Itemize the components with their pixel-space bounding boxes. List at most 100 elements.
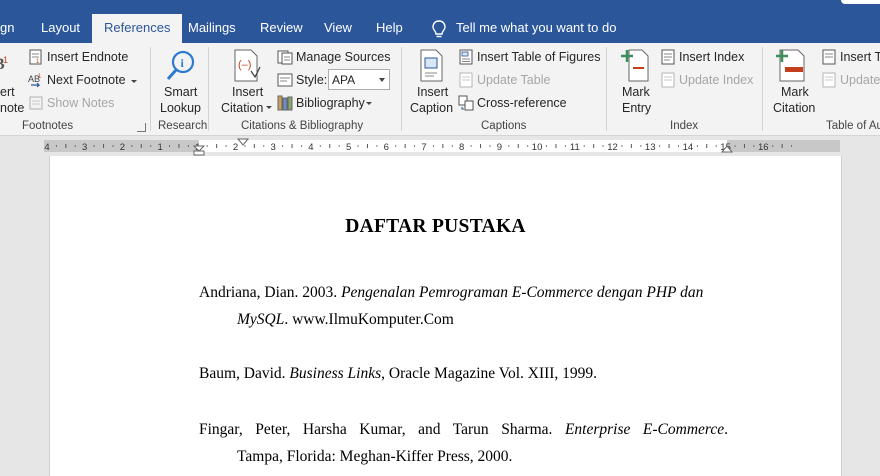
svg-text:1: 1 bbox=[38, 74, 42, 80]
svg-text:1: 1 bbox=[3, 55, 8, 65]
reference-line: Tampa, Florida: Meghan-Kiffer Press, 200… bbox=[199, 443, 728, 470]
ribbon: B 1 ert note 1 Insert Endnote AB 1 Next … bbox=[0, 43, 880, 136]
tab-view[interactable]: View bbox=[324, 14, 352, 43]
tab-layout[interactable]: Layout bbox=[41, 14, 80, 43]
ruler-label: 3 bbox=[82, 142, 87, 153]
bibliography-dropdown-icon[interactable] bbox=[366, 102, 372, 105]
ruler-label: 13 bbox=[645, 142, 656, 153]
update-table-icon bbox=[459, 72, 473, 88]
ruler-label: 6 bbox=[384, 142, 389, 153]
tab-references[interactable]: References bbox=[92, 14, 183, 43]
insert-citation-label-1[interactable]: Insert bbox=[232, 84, 263, 100]
next-footnote-button[interactable]: Next Footnote bbox=[47, 73, 126, 87]
ruler-label: 4 bbox=[308, 142, 313, 153]
table-of-authorities-group-label: Table of Au bbox=[826, 120, 880, 132]
manage-sources-button[interactable]: Manage Sources bbox=[296, 50, 391, 64]
right-indent-marker-icon[interactable] bbox=[721, 136, 733, 156]
manage-sources-icon bbox=[277, 50, 293, 65]
ruler-label: 7 bbox=[421, 142, 426, 153]
reference-source: , Oracle Magazine Vol. XIII, 1999. bbox=[381, 365, 598, 382]
ruler-label: 9 bbox=[497, 142, 502, 153]
ruler-label: 1 bbox=[157, 142, 162, 153]
smart-lookup-label-2[interactable]: Lookup bbox=[160, 100, 201, 116]
title-bar bbox=[0, 0, 880, 14]
tab-design-partial[interactable]: gn bbox=[0, 14, 14, 43]
bibliography-icon bbox=[277, 95, 293, 111]
insert-citation-dropdown-icon[interactable] bbox=[266, 106, 272, 109]
insert-index-icon bbox=[661, 49, 675, 65]
left-indent-marker-icon[interactable] bbox=[193, 136, 205, 156]
mark-citation-label-2[interactable]: Citation bbox=[773, 100, 815, 116]
style-select-value: APA bbox=[332, 73, 356, 87]
insert-caption-label-2[interactable]: Caption bbox=[410, 100, 453, 116]
cross-reference-icon bbox=[458, 95, 474, 111]
ruler-label: 14 bbox=[683, 142, 694, 153]
update-table-of-authorities-icon bbox=[822, 72, 836, 88]
show-notes-button[interactable]: Show Notes bbox=[47, 96, 114, 110]
ruler-label: 2 bbox=[120, 142, 125, 153]
ruler-label: 4 bbox=[44, 142, 49, 153]
insert-table-of-authorities-button[interactable]: Insert Ta bbox=[840, 50, 880, 64]
insert-citation-label-2[interactable]: Citation bbox=[221, 100, 263, 116]
next-footnote-icon: AB 1 bbox=[28, 74, 42, 88]
reference-title: Pengenalan Pemrograman E-Commerce dengan… bbox=[341, 284, 704, 301]
reference-punct: . bbox=[724, 421, 728, 438]
reference-line: Andriana, Dian. 2003. Pengenalan Pemrogr… bbox=[199, 279, 728, 306]
footnotes-group-label: Footnotes bbox=[22, 120, 74, 132]
insert-footnote-icon: B 1 bbox=[0, 55, 8, 73]
group-divider bbox=[606, 47, 607, 131]
horizontal-ruler[interactable]: 432112345678910111213141516 bbox=[0, 136, 880, 156]
insert-footnote-label-1[interactable]: ert bbox=[0, 84, 15, 100]
update-table-button[interactable]: Update Table bbox=[477, 73, 550, 87]
insert-table-of-figures-button[interactable]: Insert Table of Figures bbox=[477, 50, 600, 64]
citations-group-label: Citations & Bibliography bbox=[241, 120, 364, 132]
group-divider bbox=[762, 47, 763, 131]
reference-entry: Fingar, Peter, Harsha Kumar, and Tarun S… bbox=[199, 416, 728, 470]
style-select[interactable]: APA bbox=[328, 69, 390, 90]
show-notes-icon bbox=[29, 96, 43, 110]
first-line-indent-marker-icon[interactable] bbox=[237, 136, 249, 148]
ruler-label: 11 bbox=[570, 142, 580, 153]
smart-lookup-icon: i bbox=[166, 50, 195, 80]
reference-entry: Baum, David. Business Links, Oracle Maga… bbox=[199, 360, 728, 387]
update-index-button[interactable]: Update Index bbox=[679, 73, 753, 87]
ruler-label: 8 bbox=[459, 142, 464, 153]
next-footnote-dropdown-icon[interactable] bbox=[131, 80, 137, 83]
mark-citation-icon bbox=[776, 49, 805, 82]
mark-entry-label-1[interactable]: Mark bbox=[622, 84, 650, 100]
reference-author: Andriana, Dian. 2003. bbox=[199, 284, 342, 301]
insert-table-of-figures-icon bbox=[459, 49, 473, 65]
tell-me-search[interactable]: Tell me what you want to do bbox=[430, 14, 616, 43]
ruler-label: 3 bbox=[271, 142, 276, 153]
ruler-label: 12 bbox=[607, 142, 618, 153]
mark-entry-icon bbox=[621, 49, 649, 82]
style-icon bbox=[277, 73, 293, 87]
group-divider bbox=[401, 47, 402, 131]
tell-me-label: Tell me what you want to do bbox=[456, 20, 617, 35]
insert-endnote-button[interactable]: Insert Endnote bbox=[47, 50, 128, 64]
mark-entry-label-2[interactable]: Entry bbox=[622, 100, 651, 116]
footnotes-dialog-launcher-icon[interactable] bbox=[137, 123, 146, 132]
insert-footnote-label-2[interactable]: note bbox=[0, 100, 24, 116]
tab-help[interactable]: Help bbox=[376, 14, 403, 43]
update-table-of-authorities-button[interactable]: Update bbox=[840, 73, 880, 87]
bibliography-button[interactable]: Bibliography bbox=[296, 96, 365, 110]
ribbon-tabs: gn Layout References Mailings Review Vie… bbox=[0, 14, 880, 43]
reference-title-cont: MySQL bbox=[237, 311, 285, 328]
reference-source: . www.IlmuKomputer.Com bbox=[284, 311, 454, 328]
research-group-label: Research bbox=[158, 120, 208, 132]
ruler-label: 16 bbox=[758, 142, 769, 153]
cross-reference-button[interactable]: Cross-reference bbox=[477, 96, 567, 110]
reference-author: Baum, David. bbox=[199, 365, 290, 382]
ruler-label: 10 bbox=[532, 142, 543, 153]
tab-mailings[interactable]: Mailings bbox=[188, 14, 236, 43]
chevron-down-icon bbox=[379, 78, 385, 82]
mark-citation-label-1[interactable]: Mark bbox=[781, 84, 809, 100]
reference-source: Tampa, Florida: Meghan-Kiffer Press, 200… bbox=[237, 448, 513, 465]
insert-index-button[interactable]: Insert Index bbox=[679, 50, 744, 64]
smart-lookup-label-1[interactable]: Smart bbox=[164, 84, 197, 100]
insert-endnote-icon: 1 bbox=[29, 49, 42, 65]
tab-review[interactable]: Review bbox=[260, 14, 303, 43]
group-divider bbox=[208, 47, 209, 131]
insert-caption-label-1[interactable]: Insert bbox=[417, 84, 448, 100]
